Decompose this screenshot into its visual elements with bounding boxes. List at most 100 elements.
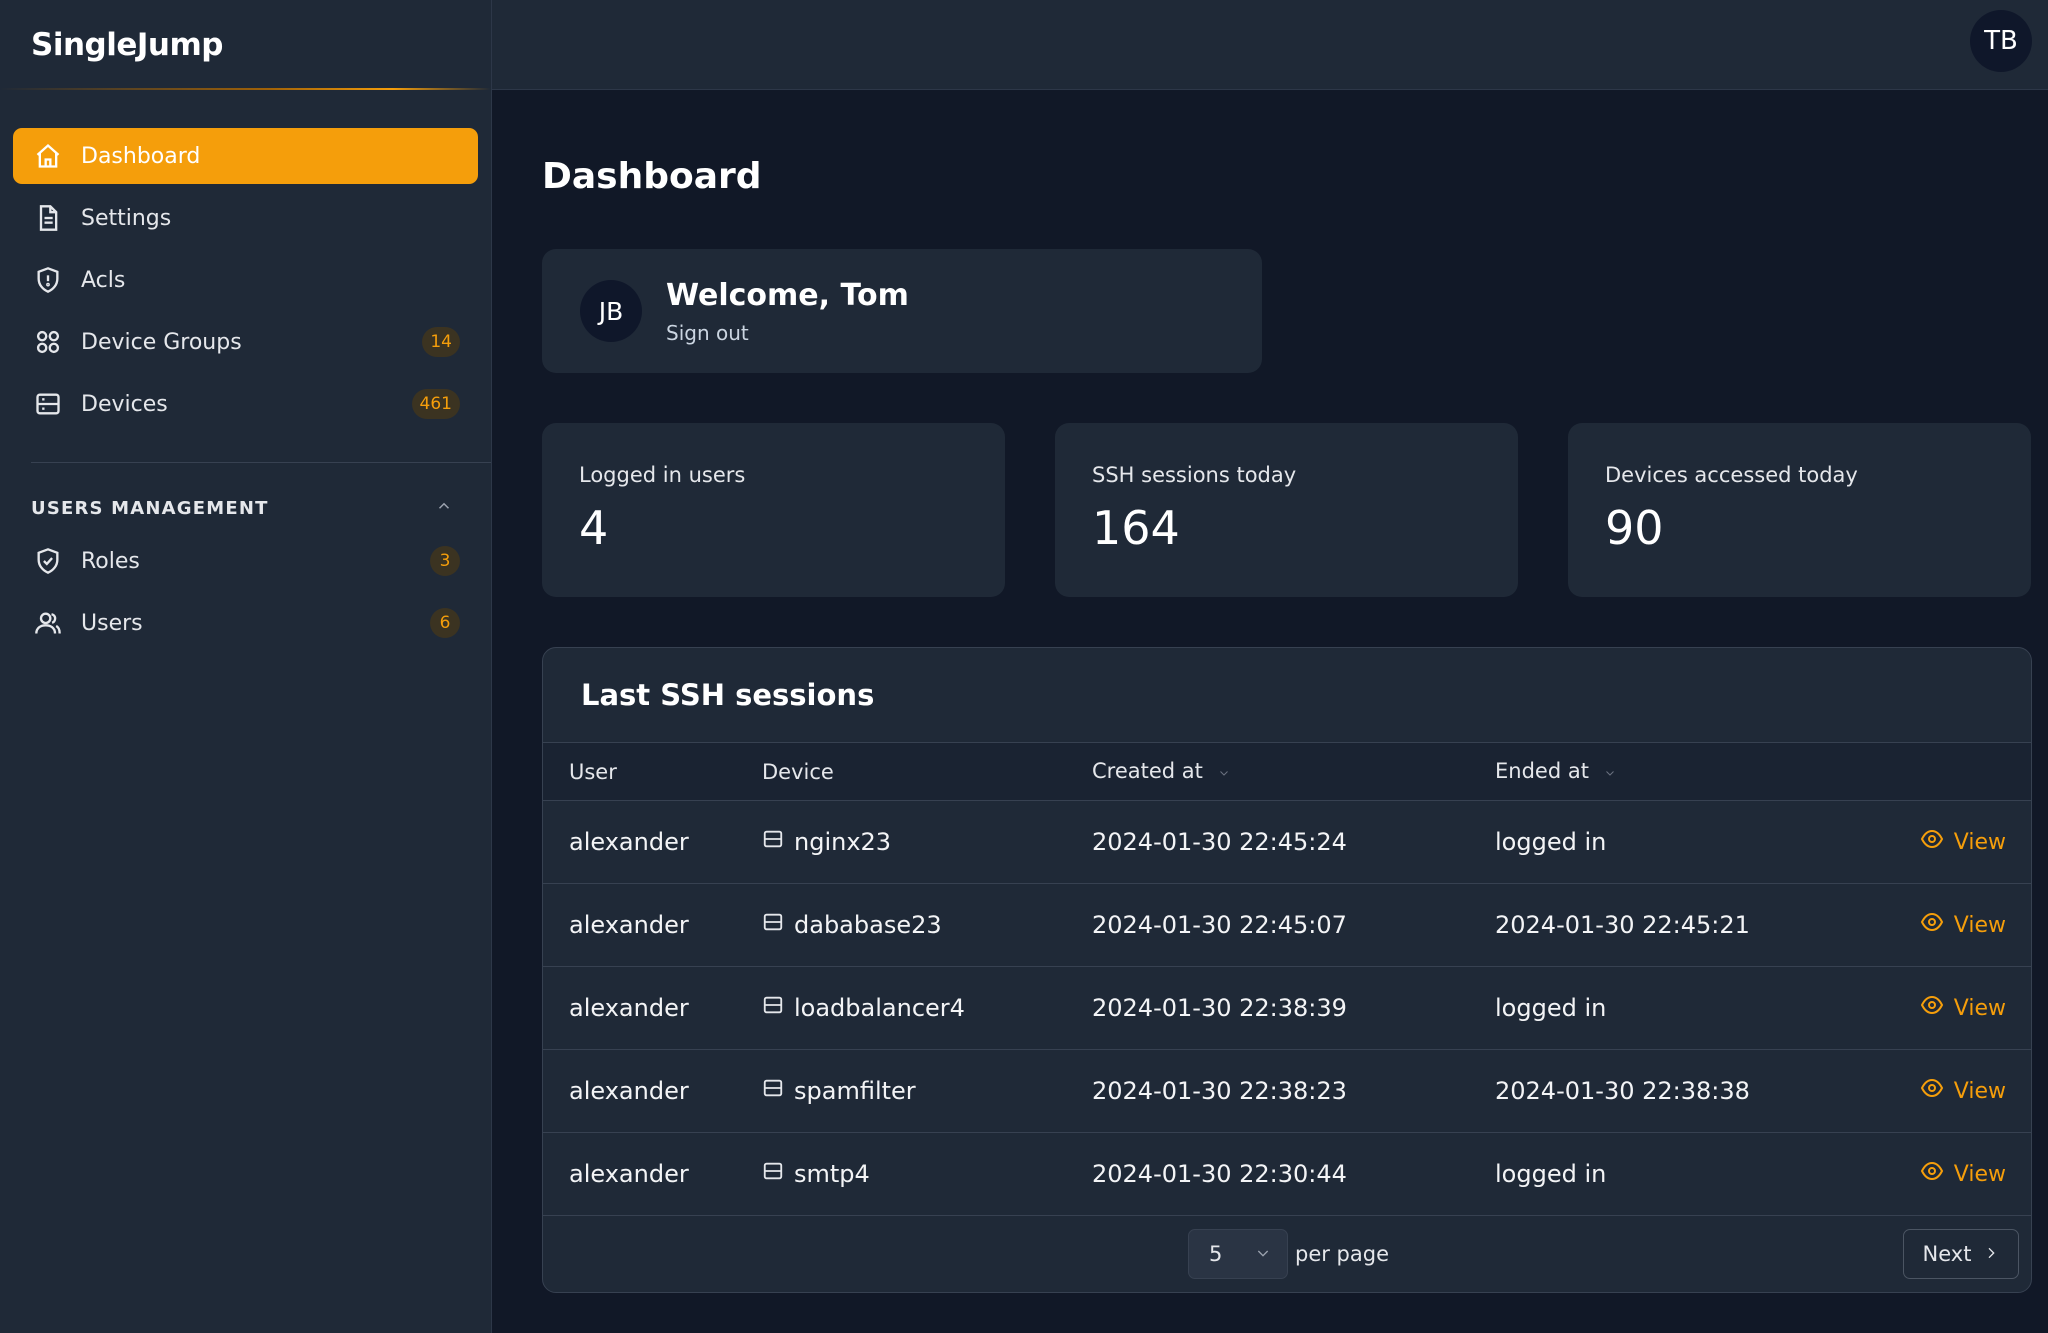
cell-ended-at: 2024-01-30 22:45:21 bbox=[1495, 911, 1750, 939]
sidebar: SingleJump Dashboard Settings Acls Devic… bbox=[0, 0, 492, 1333]
count-badge: 3 bbox=[430, 546, 460, 576]
sign-out-link[interactable]: Sign out bbox=[666, 321, 749, 345]
stat-value: 4 bbox=[579, 501, 609, 555]
welcome-title: Welcome, Tom bbox=[666, 277, 909, 313]
chevron-down-icon bbox=[1218, 760, 1230, 784]
sidebar-item-dashboard[interactable]: Dashboard bbox=[13, 128, 478, 184]
column-header-device: Device bbox=[762, 759, 834, 784]
eye-icon bbox=[1920, 827, 1954, 857]
per-page-select[interactable]: 5 bbox=[1188, 1229, 1288, 1279]
sidebar-divider bbox=[31, 462, 491, 463]
sidebar-item-roles[interactable]: Roles 3 bbox=[13, 533, 478, 589]
chevron-down-icon bbox=[1255, 1242, 1271, 1266]
avatar: JB bbox=[580, 280, 642, 342]
next-page-button[interactable]: Next bbox=[1903, 1229, 2019, 1279]
cell-ended-at: 2024-01-30 22:38:38 bbox=[1495, 1077, 1750, 1105]
cell-created-at: 2024-01-30 22:38:23 bbox=[1092, 1077, 1347, 1105]
view-label: View bbox=[1953, 1078, 2006, 1104]
count-badge: 14 bbox=[422, 327, 460, 357]
table-row: alexander nginx23 2024-01-30 22:45:24 lo… bbox=[543, 801, 2031, 884]
sidebar-item-users[interactable]: Users 6 bbox=[13, 595, 478, 651]
chevron-up-icon bbox=[435, 497, 453, 519]
table-header-row: User Device Created at Ended at bbox=[543, 742, 2031, 801]
document-icon bbox=[33, 203, 63, 233]
user-avatar[interactable]: TB bbox=[1970, 10, 2032, 72]
per-page-control: 5 per page bbox=[1188, 1229, 1389, 1279]
device-name: dababase23 bbox=[794, 911, 942, 939]
cell-user: alexander bbox=[569, 828, 689, 856]
stat-label: Devices accessed today bbox=[1605, 463, 1858, 487]
cell-ended-at: logged in bbox=[1495, 994, 1607, 1022]
stat-label: Logged in users bbox=[579, 463, 746, 487]
stats-row: Logged in users 4 SSH sessions today 164… bbox=[542, 423, 2032, 597]
sidebar-item-acls[interactable]: Acls bbox=[13, 252, 478, 308]
view-label: View bbox=[1953, 995, 2006, 1021]
view-session-link[interactable]: View bbox=[1920, 827, 2006, 857]
cell-actions: View bbox=[1895, 1050, 2031, 1133]
cell-created-at: 2024-01-30 22:38:39 bbox=[1092, 994, 1347, 1022]
users-management-section-toggle[interactable]: USERS MANAGEMENT bbox=[0, 493, 491, 523]
view-session-link[interactable]: View bbox=[1920, 1159, 2006, 1189]
cell-device: loadbalancer4 bbox=[762, 967, 1092, 1050]
stat-card-ssh-sessions-today: SSH sessions today 164 bbox=[1055, 423, 1518, 597]
cell-ended-at: logged in bbox=[1495, 828, 1607, 856]
view-session-link[interactable]: View bbox=[1920, 910, 2006, 940]
users-management-nav: Roles 3 Users 6 bbox=[0, 533, 491, 651]
cell-device: spamfilter bbox=[762, 1050, 1092, 1133]
sidebar-item-label: Settings bbox=[81, 205, 172, 231]
device-name: spamfilter bbox=[794, 1077, 916, 1105]
shield-icon bbox=[33, 265, 63, 295]
sidebar-item-label: Devices bbox=[81, 391, 168, 417]
table-row: alexander smtp4 2024-01-30 22:30:44 logg… bbox=[543, 1133, 2031, 1216]
stat-label: SSH sessions today bbox=[1092, 463, 1297, 487]
server-icon bbox=[762, 1077, 794, 1105]
cell-ended-at: logged in bbox=[1495, 1160, 1607, 1188]
view-label: View bbox=[1953, 829, 2006, 855]
sidebar-item-devices[interactable]: Devices 461 bbox=[13, 376, 478, 432]
column-header-label: Created at bbox=[1092, 759, 1203, 783]
device-name: smtp4 bbox=[794, 1160, 870, 1188]
count-badge: 461 bbox=[411, 389, 460, 419]
sidebar-item-settings[interactable]: Settings bbox=[13, 190, 478, 246]
stat-value: 90 bbox=[1605, 501, 1664, 555]
sidebar-item-label: Roles bbox=[81, 548, 140, 574]
topbar: TB bbox=[492, 0, 2048, 90]
brand-logo[interactable]: SingleJump bbox=[0, 0, 491, 90]
cell-user: alexander bbox=[569, 911, 689, 939]
view-session-link[interactable]: View bbox=[1920, 993, 2006, 1023]
cell-created-at: 2024-01-30 22:45:24 bbox=[1092, 828, 1347, 856]
sidebar-item-device-groups[interactable]: Device Groups 14 bbox=[13, 314, 478, 370]
column-header-actions bbox=[1895, 743, 2031, 801]
stat-value: 164 bbox=[1092, 501, 1180, 555]
shield-check-icon bbox=[33, 546, 63, 576]
cell-device: dababase23 bbox=[762, 884, 1092, 967]
device-name: loadbalancer4 bbox=[794, 994, 965, 1022]
cell-actions: View bbox=[1895, 967, 2031, 1050]
stat-card-logged-in-users: Logged in users 4 bbox=[542, 423, 1005, 597]
sidebar-item-label: Users bbox=[81, 610, 143, 636]
cell-device: nginx23 bbox=[762, 801, 1092, 884]
table-title: Last SSH sessions bbox=[581, 678, 875, 712]
column-header-user: User bbox=[569, 759, 617, 784]
cell-created-at: 2024-01-30 22:45:07 bbox=[1092, 911, 1347, 939]
eye-icon bbox=[1920, 1159, 1954, 1189]
grid-icon bbox=[33, 327, 63, 357]
welcome-card: JB Welcome, Tom Sign out bbox=[542, 249, 1262, 373]
cell-device: smtp4 bbox=[762, 1133, 1092, 1216]
chevron-down-icon bbox=[1604, 760, 1616, 784]
cell-user: alexander bbox=[569, 1160, 689, 1188]
view-label: View bbox=[1953, 912, 2006, 938]
per-page-label: per page bbox=[1295, 1242, 1390, 1266]
server-icon bbox=[762, 994, 794, 1022]
view-session-link[interactable]: View bbox=[1920, 1076, 2006, 1106]
view-label: View bbox=[1953, 1161, 2006, 1187]
chevron-right-icon bbox=[1971, 1242, 1999, 1266]
main-content: Dashboard JB Welcome, Tom Sign out Logge… bbox=[542, 90, 2032, 1293]
table-row: alexander dababase23 2024-01-30 22:45:07… bbox=[543, 884, 2031, 967]
sidebar-item-label: Device Groups bbox=[81, 329, 242, 355]
eye-icon bbox=[1920, 910, 1954, 940]
cell-actions: View bbox=[1895, 884, 2031, 967]
server-icon bbox=[33, 389, 63, 419]
column-header-created-at[interactable]: Created at bbox=[1092, 743, 1495, 801]
column-header-ended-at[interactable]: Ended at bbox=[1495, 743, 1895, 801]
